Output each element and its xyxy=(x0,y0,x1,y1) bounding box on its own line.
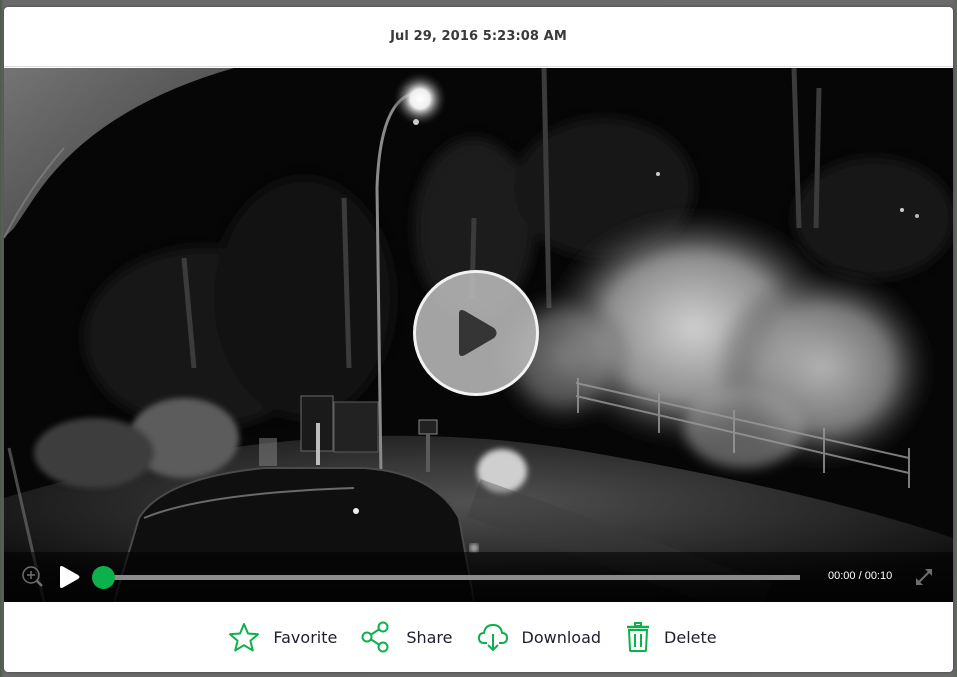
progress-handle[interactable] xyxy=(92,566,115,589)
delete-button[interactable]: Delete xyxy=(625,617,717,657)
play-icon xyxy=(459,310,497,356)
fullscreen-icon xyxy=(916,569,932,585)
zoom-button[interactable] xyxy=(21,565,45,589)
delete-label: Delete xyxy=(664,627,717,647)
cloud-download-icon xyxy=(477,624,508,652)
modal-header: Jul 29, 2016 5:23:08 AM xyxy=(4,7,953,67)
download-label: Download xyxy=(521,627,602,647)
trash-icon xyxy=(627,622,650,652)
favorite-button[interactable]: Favorite xyxy=(228,617,337,657)
player-controls-bar: 00:00 / 00:10 xyxy=(4,552,953,602)
share-icon xyxy=(361,621,389,653)
time-display: 00:00 / 00:10 xyxy=(828,570,893,582)
share-label: Share xyxy=(406,627,453,647)
video-player[interactable]: 00:00 / 00:10 xyxy=(4,68,953,602)
clip-actions-bar: Favorite Share Download Delete xyxy=(4,602,953,672)
download-button[interactable]: Download xyxy=(477,617,602,657)
play-icon xyxy=(60,566,80,588)
fullscreen-button[interactable] xyxy=(913,566,935,588)
zoom-in-icon xyxy=(22,566,43,587)
favorite-label: Favorite xyxy=(273,627,338,647)
play-button[interactable] xyxy=(57,565,81,589)
clip-timestamp-title: Jul 29, 2016 5:23:08 AM xyxy=(390,29,567,44)
video-clip-modal: Jul 29, 2016 5:23:08 AM 00:00 / 00:10 Fa… xyxy=(4,7,953,672)
star-icon xyxy=(229,623,260,652)
share-button[interactable]: Share xyxy=(361,617,453,657)
big-play-button[interactable] xyxy=(413,270,539,396)
progress-track[interactable] xyxy=(102,575,800,580)
